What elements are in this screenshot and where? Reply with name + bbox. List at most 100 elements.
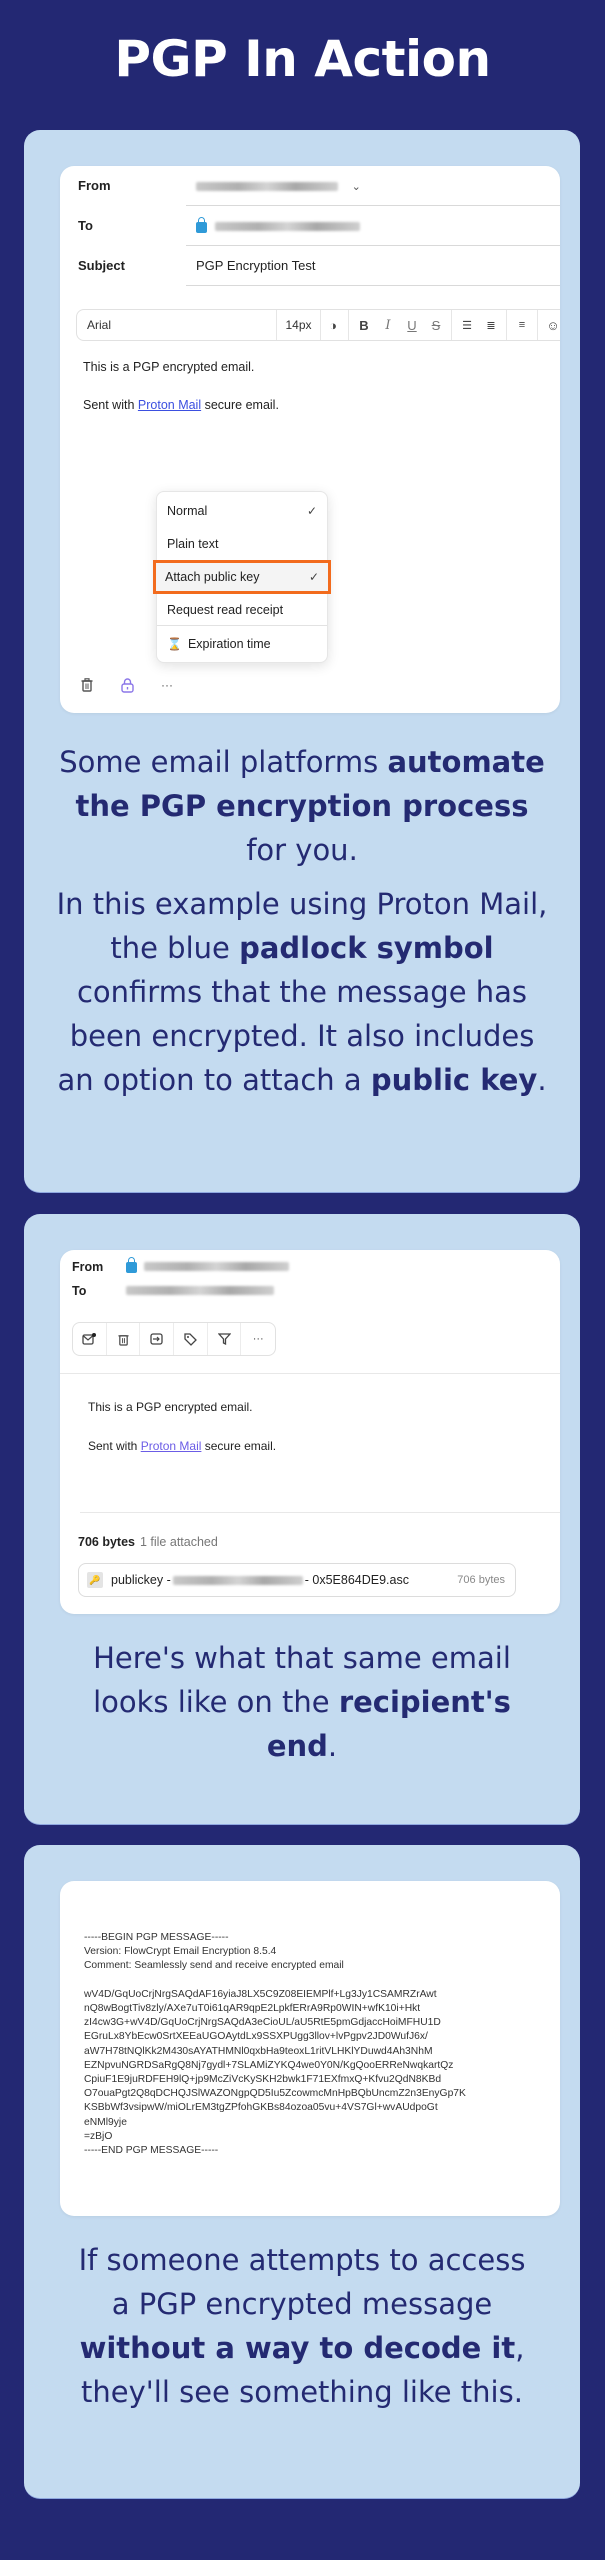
trash-icon[interactable]	[78, 676, 96, 694]
from-value[interactable]	[126, 1257, 290, 1274]
email-body-signature[interactable]: Sent with Proton Mail secure email.	[83, 398, 279, 412]
pgp-message-line: Comment: Seamlessly send and receive enc…	[84, 1960, 344, 1972]
compose-footer-actions: ···	[78, 676, 176, 694]
toolbar-divider	[451, 310, 452, 340]
attachments-count: 1 file attached	[139, 1535, 218, 1549]
proton-mail-link[interactable]: Proton Mail	[138, 398, 201, 412]
to-field[interactable]: To	[60, 206, 560, 246]
to-value[interactable]	[126, 1283, 274, 1297]
attachment-name-suffix: - 0x5E864DE9.asc	[304, 1573, 409, 1587]
bullet-list-icon[interactable]: ☰	[455, 319, 479, 332]
pgp-message-line: =zBjO	[84, 2130, 113, 2142]
pgp-message-line: eNMl9yje	[84, 2116, 127, 2128]
pgp-message-line: zI4cw3G+wV4D/GqUoCrjNrgSAQdA3eCioUL/aU5R…	[84, 2017, 441, 2029]
from-field[interactable]: From ⌄	[60, 166, 560, 206]
caption-automation: Some email platforms automate the PGP en…	[24, 740, 580, 872]
key-icon: 🔑	[87, 1572, 103, 1588]
menu-item-read-receipt[interactable]: Request read receipt	[157, 595, 327, 625]
subject-input[interactable]: PGP Encryption Test	[196, 258, 315, 273]
attachment-publickey[interactable]: 🔑 publickey - - 0x5E864DE9.asc 706 bytes	[78, 1563, 516, 1597]
signature-prefix: Sent with	[88, 1439, 141, 1453]
emoji-icon[interactable]: ☺	[541, 318, 560, 333]
from-label: From	[72, 1260, 104, 1274]
menu-item-attach-public-key[interactable]: Attach public key ✓	[153, 560, 331, 594]
compose-window: From ⌄ To Subject PGP Encryption Test Ar…	[60, 166, 560, 713]
attachment-size: 706 bytes	[457, 1574, 505, 1586]
caption-text: If someone attempts to access a PGP encr…	[78, 2243, 526, 2321]
caption-emphasis: without a way to decode it	[79, 2331, 516, 2365]
menu-item-plain-text[interactable]: Plain text	[157, 529, 327, 559]
to-label: To	[78, 218, 93, 233]
subject-label: Subject	[78, 258, 125, 273]
chevron-down-icon[interactable]: ⌄	[352, 180, 361, 193]
menu-item-label: Request read receipt	[167, 603, 284, 617]
pgp-message-line: O7ouaPgt2Q8qDCHQJSlWAZONgpQD5Iu5ZcowmcMn…	[84, 2088, 466, 2100]
menu-item-label: Attach public key	[165, 570, 260, 584]
bold-icon[interactable]: B	[352, 318, 376, 333]
filter-icon[interactable]	[208, 1323, 242, 1355]
pgp-message-line: KSBbWf3vsipwW/miOLrEM3tgZPfohGKBs84ozoa0…	[84, 2102, 438, 2114]
pgp-message-line	[84, 1974, 466, 1988]
message-actions-toolbar: ···	[72, 1322, 276, 1356]
numbered-list-icon[interactable]: ≣	[479, 319, 503, 332]
header-divider	[60, 1373, 560, 1374]
encrypted-message-panel: -----BEGIN PGP MESSAGE----- Version: Flow…	[24, 1845, 580, 2499]
trash-icon[interactable]	[107, 1323, 141, 1355]
signature-suffix: secure email.	[201, 398, 279, 412]
email-body-signature: Sent with Proton Mail secure email.	[88, 1439, 276, 1453]
field-divider	[186, 285, 560, 286]
move-to-folder-icon[interactable]	[140, 1323, 175, 1355]
pgp-message-line: wV4D/GqUoCrjNrgSAQdAF16yiaJ8LX5C9Z08EIEM…	[84, 1988, 437, 2000]
pgp-message-line: CpiuF1E9juRDFEH9lQ+jp9McZiVcKySKH2bwk1F7…	[84, 2074, 442, 2086]
toolbar-divider	[506, 310, 507, 340]
menu-item-label: Expiration time	[187, 637, 271, 651]
pgp-message-line: -----END PGP MESSAGE-----	[84, 2145, 219, 2157]
caption-text: .	[537, 1063, 547, 1097]
caption-text: for you.	[246, 833, 358, 867]
caption-text: Some email platforms	[59, 745, 388, 779]
strikethrough-icon[interactable]: S	[424, 318, 448, 333]
pgp-message-line: Version: FlowCrypt Email Encryption 8.5.…	[84, 1946, 277, 1958]
to-label: To	[72, 1284, 87, 1298]
padlock-icon[interactable]	[118, 676, 136, 694]
compose-panel: From ⌄ To Subject PGP Encryption Test Ar…	[24, 130, 580, 1193]
align-left-icon[interactable]: ≡	[510, 319, 534, 331]
italic-icon[interactable]: I	[376, 318, 400, 333]
pgp-message-view: -----BEGIN PGP MESSAGE----- Version: Flow…	[60, 1881, 560, 2216]
blurred-sender-address	[196, 182, 338, 192]
menu-item-normal[interactable]: Normal ✓	[157, 496, 327, 526]
to-value[interactable]	[196, 217, 360, 234]
signature-prefix: Sent with	[83, 398, 138, 412]
formatting-toolbar: Arial 14px ◑ B I U S ☰ ≣ ≡ ☺	[76, 309, 560, 341]
checkmark-icon: ✓	[306, 504, 317, 518]
menu-item-label: Normal	[167, 504, 208, 518]
pgp-message-line: aW7H78tNQlKk2M430sAYATHMNl0qxbHa9teoxL1r…	[84, 2045, 433, 2057]
underline-icon[interactable]: U	[400, 318, 424, 333]
font-family-select[interactable]: Arial	[77, 310, 277, 340]
page-title: PGP In Action	[114, 30, 491, 88]
label-tag-icon[interactable]	[174, 1323, 208, 1355]
menu-item-label: Plain text	[167, 537, 219, 551]
menu-divider	[157, 625, 327, 626]
blurred-recipient-address	[126, 1286, 274, 1296]
menu-item-expiration-time[interactable]: ⌛ Expiration time	[157, 629, 327, 659]
contrast-icon[interactable]: ◑	[321, 318, 345, 333]
signature-suffix: secure email.	[201, 1439, 277, 1453]
email-body-line[interactable]: This is a PGP encrypted email.	[83, 360, 254, 374]
attachments-summary: 706 bytes 1 file attached	[78, 1535, 218, 1549]
pgp-message-block: -----BEGIN PGP MESSAGE----- Version: Flow…	[84, 1931, 466, 2158]
attachment-name-prefix: publickey -	[111, 1573, 171, 1587]
more-icon[interactable]: ···	[158, 676, 176, 694]
font-size-select[interactable]: 14px	[277, 310, 321, 340]
more-icon[interactable]: ···	[241, 1323, 275, 1355]
mark-unread-icon[interactable]	[73, 1323, 107, 1355]
from-value[interactable]: ⌄	[196, 178, 361, 193]
subject-field[interactable]: Subject PGP Encryption Test	[60, 246, 560, 286]
proton-mail-link[interactable]: Proton Mail	[141, 1439, 202, 1453]
caption-padlock: In this example using Proton Mail, the b…	[24, 882, 580, 1102]
blurred-recipient-address	[214, 222, 360, 232]
caption-without-key: If someone attempts to access a PGP encr…	[24, 2238, 580, 2414]
checkmark-icon: ✓	[308, 570, 319, 584]
padlock-icon	[196, 217, 207, 234]
attachments-divider	[80, 1512, 560, 1513]
